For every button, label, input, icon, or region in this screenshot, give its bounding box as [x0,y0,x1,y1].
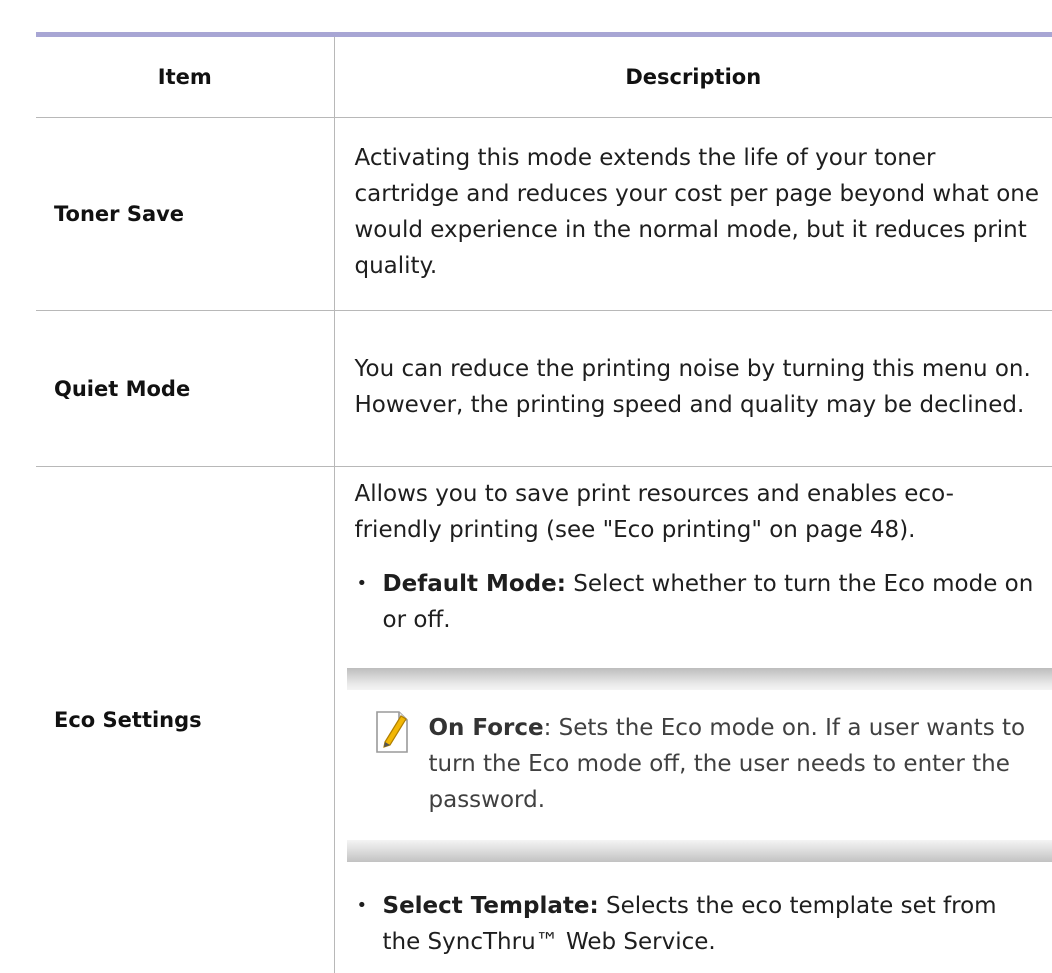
document-page: Item Description Toner Save Activating t… [36,32,1052,973]
item-eco-settings: Eco Settings [36,467,334,973]
item-quiet-mode: Quiet Mode [36,311,334,467]
bullet-dot: • [357,888,368,924]
column-header-item: Item [36,37,334,118]
description-text: Activating this mode extends the life of… [355,140,1041,284]
description-text: You can reduce the printing noise by tur… [355,351,1041,423]
bullet-label: Default Mode: [383,571,566,597]
note-label: On Force [429,715,544,741]
bullet-select-template: • Select Template: Selects the eco templ… [355,888,1041,960]
note-band-bottom [347,840,1052,862]
table-header-row: Item Description [36,37,1052,118]
bullet-dot: • [357,566,368,602]
note-band-top [347,668,1052,690]
description-quiet-mode: You can reduce the printing noise by tur… [334,311,1052,467]
note-pencil-icon [375,710,409,754]
column-header-description: Description [334,37,1052,118]
table-row-eco-settings: Eco Settings Allows you to save print re… [36,467,1052,973]
item-toner-save: Toner Save [36,118,334,311]
description-toner-save: Activating this mode extends the life of… [334,118,1052,311]
table-row-toner-save: Toner Save Activating this mode extends … [36,118,1052,311]
menu-options-table: Item Description Toner Save Activating t… [36,37,1052,973]
table-row-quiet-mode: Quiet Mode You can reduce the printing n… [36,311,1052,467]
bullet-label: Select Template: [383,893,599,919]
note-text: On Force: Sets the Eco mode on. If a use… [429,710,1052,818]
description-intro: Allows you to save print resources and e… [355,476,1041,548]
description-eco-settings: Allows you to save print resources and e… [334,467,1052,973]
note-body: On Force: Sets the Eco mode on. If a use… [347,690,1052,840]
note-box: On Force: Sets the Eco mode on. If a use… [347,668,1052,862]
bullet-default-mode: • Default Mode: Select whether to turn t… [355,566,1041,638]
